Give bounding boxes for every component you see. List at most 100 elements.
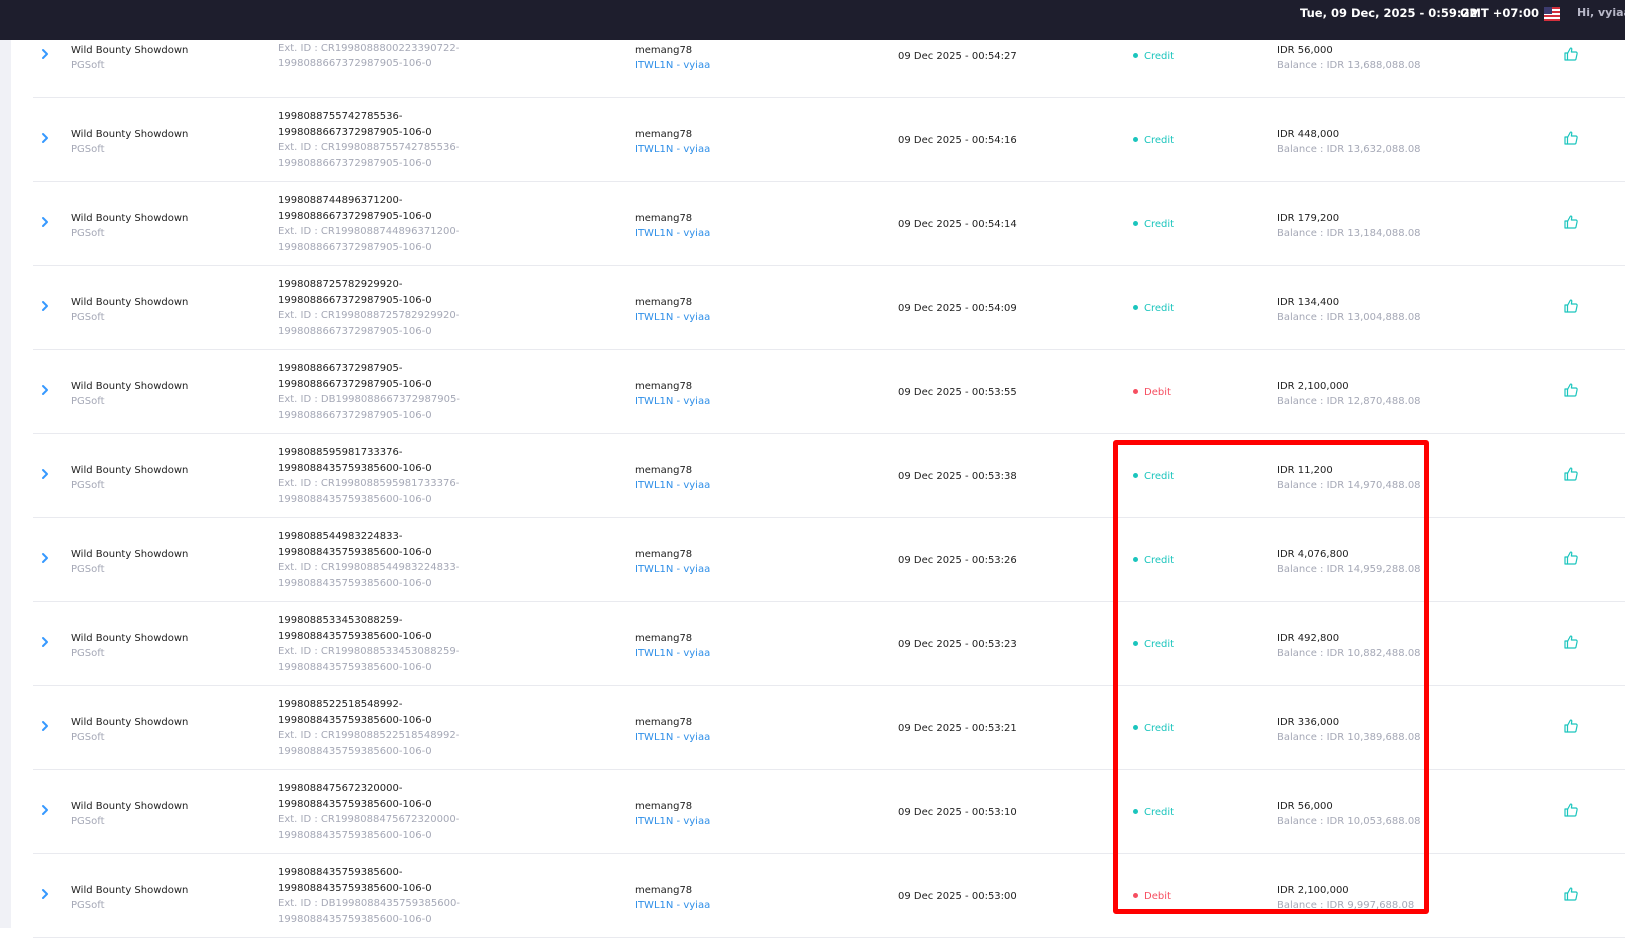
status-dot-icon xyxy=(1133,472,1138,478)
chevron-right-icon[interactable] xyxy=(38,46,52,60)
game-name: Wild Bounty Showdown xyxy=(71,633,189,644)
chevron-right-icon[interactable] xyxy=(38,466,52,480)
external-id-line2: 1998088435759385600-106-0 xyxy=(278,745,432,757)
transaction-id-line2: 1998088667372987905-106-0 xyxy=(278,126,432,138)
transaction-id-line1: 1998088595981733376- xyxy=(278,447,403,458)
thumbs-up-icon[interactable] xyxy=(1563,634,1579,650)
amount-cell: IDR 56,000 Balance : IDR 10,053,688.08 xyxy=(1277,799,1421,829)
external-id-line1: Ext. ID : DB1998088667372987905- xyxy=(278,394,460,405)
us-flag-icon[interactable] xyxy=(1544,6,1560,21)
game-name: Wild Bounty Showdown xyxy=(71,213,189,224)
user-cell: memang78 ITWL1N - vyiaa xyxy=(635,211,710,241)
thumbs-up-icon[interactable] xyxy=(1563,130,1579,146)
game-name: Wild Bounty Showdown xyxy=(71,381,189,392)
username: memang78 xyxy=(635,717,693,728)
user-cell: memang78 ITWL1N - vyiaa xyxy=(635,43,710,73)
transaction-id-line1: 1998088522518548992- xyxy=(278,699,403,710)
transaction-type-label: Credit xyxy=(1144,219,1175,230)
chevron-right-icon[interactable] xyxy=(38,718,52,732)
transaction-type-badge: Credit xyxy=(1133,219,1174,230)
transaction-id-cell: 1998088744896371200- 1998088667372987905… xyxy=(278,193,459,255)
chevron-right-icon[interactable] xyxy=(38,550,52,564)
thumbs-up-icon[interactable] xyxy=(1563,298,1579,314)
table-row: Wild Bounty Showdown PGSoft 199808843575… xyxy=(33,854,1625,938)
balance-value: Balance : IDR 14,970,488.08 xyxy=(1277,480,1421,491)
thumbs-up-icon[interactable] xyxy=(1563,886,1579,902)
chevron-right-icon[interactable] xyxy=(38,802,52,816)
game-provider: PGSoft xyxy=(71,312,105,323)
thumbs-up-icon[interactable] xyxy=(1563,550,1579,566)
chevron-right-icon[interactable] xyxy=(38,214,52,228)
chevron-right-icon[interactable] xyxy=(38,382,52,396)
transaction-type-label: Debit xyxy=(1144,891,1171,902)
balance-value: Balance : IDR 10,882,488.08 xyxy=(1277,648,1421,659)
transaction-id-cell: 1998088595981733376- 1998088435759385600… xyxy=(278,445,459,507)
chevron-right-icon[interactable] xyxy=(38,130,52,144)
chevron-right-icon[interactable] xyxy=(38,298,52,312)
agent-link[interactable]: ITWL1N - vyiaa xyxy=(635,58,710,73)
game-cell: Wild Bounty Showdown PGSoft xyxy=(71,715,188,745)
external-id-line2: 1998088435759385600-106-0 xyxy=(278,493,432,505)
thumbs-up-icon[interactable] xyxy=(1563,718,1579,734)
agent-link[interactable]: ITWL1N - vyiaa xyxy=(635,562,710,577)
user-cell: memang78 ITWL1N - vyiaa xyxy=(635,883,710,913)
agent-link[interactable]: ITWL1N - vyiaa xyxy=(635,310,710,325)
agent-link[interactable]: ITWL1N - vyiaa xyxy=(635,394,710,409)
status-dot-icon xyxy=(1133,724,1138,730)
sidebar-edge xyxy=(0,40,11,928)
thumbs-up-icon[interactable] xyxy=(1563,466,1579,482)
balance-value: Balance : IDR 13,688,088.08 xyxy=(1277,60,1421,71)
amount-cell: IDR 179,200 Balance : IDR 13,184,088.08 xyxy=(1277,211,1421,241)
transaction-id-line1: 1998088544983224833- xyxy=(278,531,403,542)
transaction-id-cell: 1998088533453088259- 1998088435759385600… xyxy=(278,613,459,675)
transaction-type-badge: Credit xyxy=(1133,51,1174,62)
agent-link[interactable]: ITWL1N - vyiaa xyxy=(635,226,710,241)
transaction-type-badge: Credit xyxy=(1133,303,1174,314)
username: memang78 xyxy=(635,213,693,224)
game-name: Wild Bounty Showdown xyxy=(71,465,189,476)
transaction-id-line2: 1998088667372987905-106-0 xyxy=(278,378,432,390)
status-dot-icon xyxy=(1133,556,1138,562)
agent-link[interactable]: ITWL1N - vyiaa xyxy=(635,478,710,493)
agent-link[interactable]: ITWL1N - vyiaa xyxy=(635,814,710,829)
timestamp: 09 Dec 2025 - 00:54:14 xyxy=(898,219,1017,230)
amount-cell: IDR 134,400 Balance : IDR 13,004,888.08 xyxy=(1277,295,1421,325)
transaction-type-badge: Credit xyxy=(1133,723,1174,734)
thumbs-up-icon[interactable] xyxy=(1563,214,1579,230)
thumbs-up-icon[interactable] xyxy=(1563,46,1579,62)
transaction-id-line1: 1998088435759385600- xyxy=(278,867,403,878)
agent-link[interactable]: ITWL1N - vyiaa xyxy=(635,142,710,157)
amount-value: IDR 11,200 xyxy=(1277,465,1333,476)
chevron-right-icon[interactable] xyxy=(38,886,52,900)
user-greeting[interactable]: Hi, vyiaa xyxy=(1577,0,1625,26)
chevron-right-icon[interactable] xyxy=(38,634,52,648)
transaction-id-line2: 1998088435759385600-106-0 xyxy=(278,882,432,894)
username: memang78 xyxy=(635,381,693,392)
timezone-label: GMT +07:00 xyxy=(1460,6,1539,20)
external-id-line1: Ext. ID : CR1998088522518548992- xyxy=(278,730,460,741)
timestamp: 09 Dec 2025 - 00:53:23 xyxy=(898,639,1017,650)
transaction-type-badge: Credit xyxy=(1133,639,1174,650)
game-cell: Wild Bounty Showdown PGSoft xyxy=(71,211,188,241)
user-cell: memang78 ITWL1N - vyiaa xyxy=(635,547,710,577)
game-provider: PGSoft xyxy=(71,480,105,491)
external-id-line2: 1998088667372987905-106-0 xyxy=(278,409,432,421)
balance-value: Balance : IDR 9,997,688.08 xyxy=(1277,900,1415,911)
user-cell: memang78 ITWL1N - vyiaa xyxy=(635,799,710,829)
agent-link[interactable]: ITWL1N - vyiaa xyxy=(635,730,710,745)
amount-value: IDR 2,100,000 xyxy=(1277,381,1349,392)
thumbs-up-icon[interactable] xyxy=(1563,382,1579,398)
game-cell: Wild Bounty Showdown PGSoft xyxy=(71,799,188,829)
transaction-type-label: Credit xyxy=(1144,555,1175,566)
transaction-type-badge: Credit xyxy=(1133,807,1174,818)
thumbs-up-icon[interactable] xyxy=(1563,802,1579,818)
external-id-line1: Ext. ID : CR1998088533453088259- xyxy=(278,646,460,657)
agent-link[interactable]: ITWL1N - vyiaa xyxy=(635,646,710,661)
transaction-type-badge: Debit xyxy=(1133,387,1171,398)
agent-link[interactable]: ITWL1N - vyiaa xyxy=(635,898,710,913)
username: memang78 xyxy=(635,801,693,812)
amount-cell: IDR 56,000 Balance : IDR 13,688,088.08 xyxy=(1277,43,1421,73)
game-provider: PGSoft xyxy=(71,228,105,239)
transaction-type-label: Credit xyxy=(1144,303,1175,314)
game-provider: PGSoft xyxy=(71,396,105,407)
